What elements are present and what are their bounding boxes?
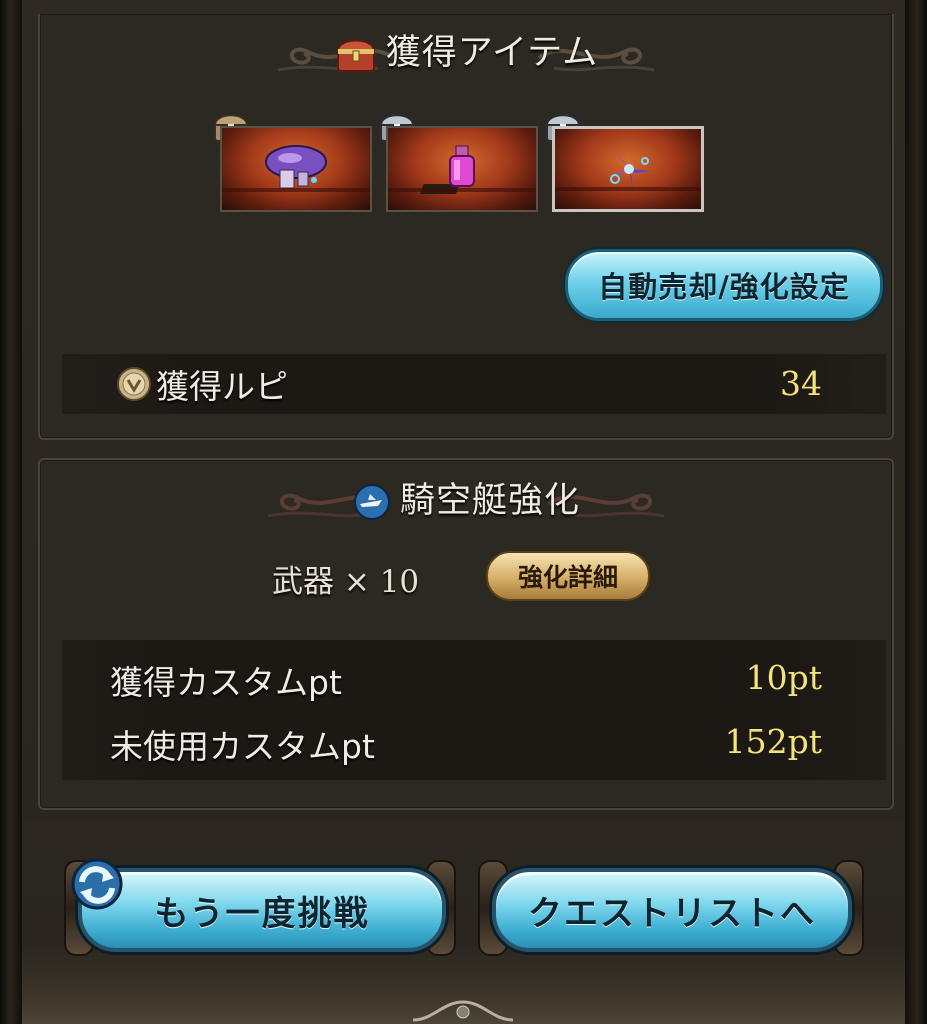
quest-list-button[interactable]: クエストリストへ (492, 868, 852, 952)
loot-title: 獲得アイテム (40, 24, 892, 75)
times-sign: × (343, 564, 370, 600)
loot-item-mushroom[interactable] (220, 126, 372, 212)
custom-pt-box: 獲得カスタムpt 10pt 未使用カスタムpt 152pt (62, 640, 886, 780)
blue-flower-icon (609, 147, 651, 189)
airship-title-text: 騎空艇強化 (399, 481, 580, 521)
unused-custom-pt-value: 152pt (724, 722, 822, 761)
earned-custom-pt-value: 10pt (745, 658, 822, 697)
loot-title-text: 獲得アイテム (385, 33, 599, 73)
treasure-chest-icon (336, 39, 375, 72)
right-frame (905, 0, 927, 1024)
bottom-ornament-icon (413, 1000, 513, 1022)
airship-title: 騎空艇強化 (40, 472, 892, 523)
loot-item-potion[interactable] (386, 126, 538, 212)
quest-list-button-label: クエストリストへ (528, 893, 816, 934)
upgrade-detail-button[interactable]: 強化詳細 (486, 551, 650, 601)
unused-custom-pt-label: 未使用カスタムpt (110, 727, 375, 766)
retry-button[interactable]: もう一度挑戦 (78, 868, 446, 952)
loot-item-flower[interactable] (552, 126, 704, 212)
weapon-upgrade-line: 武器 × 10 (272, 556, 419, 601)
auto-sell-settings-button[interactable]: 自動売却/強化設定 (565, 249, 883, 321)
rupie-value: 34 (780, 364, 822, 403)
earned-custom-pt-label: 獲得カスタムpt (110, 663, 342, 702)
weapon-label: 武器 (272, 564, 334, 600)
rupie-row: 獲得ルピ 34 (62, 354, 886, 414)
retry-button-label: もう一度挑戦 (154, 893, 370, 934)
retry-arrows-icon (71, 858, 123, 910)
mushroom-icon (265, 145, 327, 189)
rupie-label: 獲得ルピ (156, 367, 288, 406)
auto-sell-settings-label: 自動売却/強化設定 (598, 270, 850, 304)
potion-bottle-icon (419, 145, 475, 194)
upgrade-detail-label: 強化詳細 (517, 563, 618, 592)
left-frame (0, 0, 22, 1024)
rupie-coin-icon (117, 367, 151, 401)
airship-icon (353, 484, 390, 520)
weapon-count: 10 (379, 564, 420, 600)
